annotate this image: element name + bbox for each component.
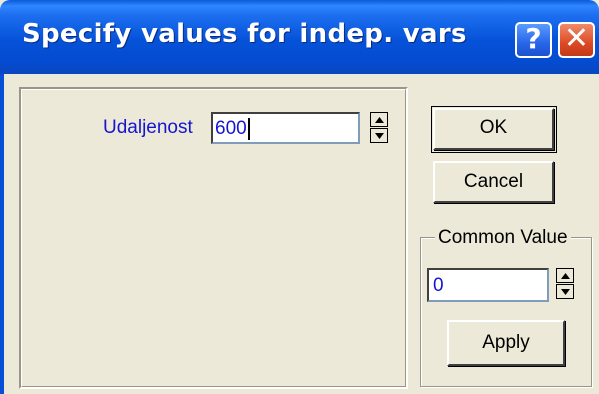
spin-up-button[interactable] (370, 112, 388, 127)
common-value-spinner[interactable] (556, 268, 574, 300)
spin-down-button[interactable] (370, 128, 388, 143)
window-title: Specify values for indep. vars (22, 19, 467, 49)
variable-input-udaljenost[interactable]: 600 (211, 112, 360, 144)
close-button[interactable]: ✕ (558, 22, 595, 58)
common-value-input[interactable]: 0 (427, 268, 549, 302)
variable-spinner[interactable] (370, 112, 388, 144)
common-value-legend: Common Value (435, 227, 571, 249)
title-bar[interactable]: Specify values for indep. vars ? ✕ (0, 0, 599, 74)
variable-label-udaljenost: Udaljenost (103, 117, 193, 138)
close-icon: ✕ (563, 21, 590, 56)
help-icon: ? (525, 22, 542, 55)
ok-button[interactable]: OK (431, 106, 557, 153)
spin-down-arrow-icon (561, 289, 570, 295)
dialog-window: Specify values for indep. vars ? ✕ Udalj… (0, 0, 599, 394)
common-value-input-value: 0 (433, 275, 444, 296)
apply-button[interactable]: Apply (447, 320, 565, 366)
common-spin-up-button[interactable] (556, 268, 574, 283)
cancel-button[interactable]: Cancel (433, 161, 554, 203)
help-button[interactable]: ? (515, 22, 552, 58)
variable-input-value: 600 (215, 118, 247, 139)
spin-down-arrow-icon (375, 133, 384, 139)
spin-up-arrow-icon (561, 273, 570, 279)
common-spin-down-button[interactable] (556, 284, 574, 299)
spin-up-arrow-icon (375, 117, 384, 123)
window-border (0, 74, 4, 394)
text-caret (247, 117, 250, 140)
